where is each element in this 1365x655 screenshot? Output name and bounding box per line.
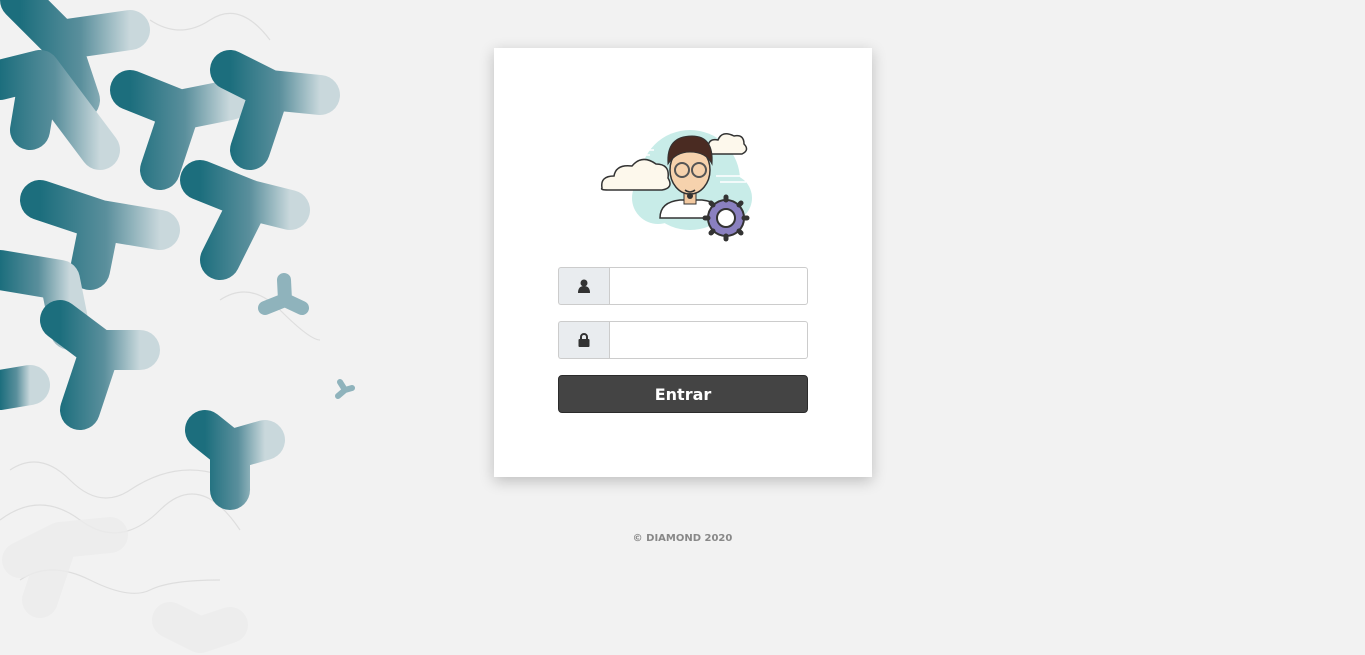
lock-icon [558, 321, 609, 359]
password-input[interactable] [609, 321, 808, 359]
login-card: Entrar [494, 48, 872, 477]
password-group [558, 321, 808, 359]
footer-copyright: © DIAMOND 2020 [632, 533, 733, 544]
background-pattern [0, 0, 355, 653]
username-input[interactable] [609, 267, 808, 305]
username-group [558, 267, 808, 305]
user-icon [558, 267, 609, 305]
avatar-illustration [600, 130, 752, 242]
login-button[interactable]: Entrar [558, 375, 808, 413]
